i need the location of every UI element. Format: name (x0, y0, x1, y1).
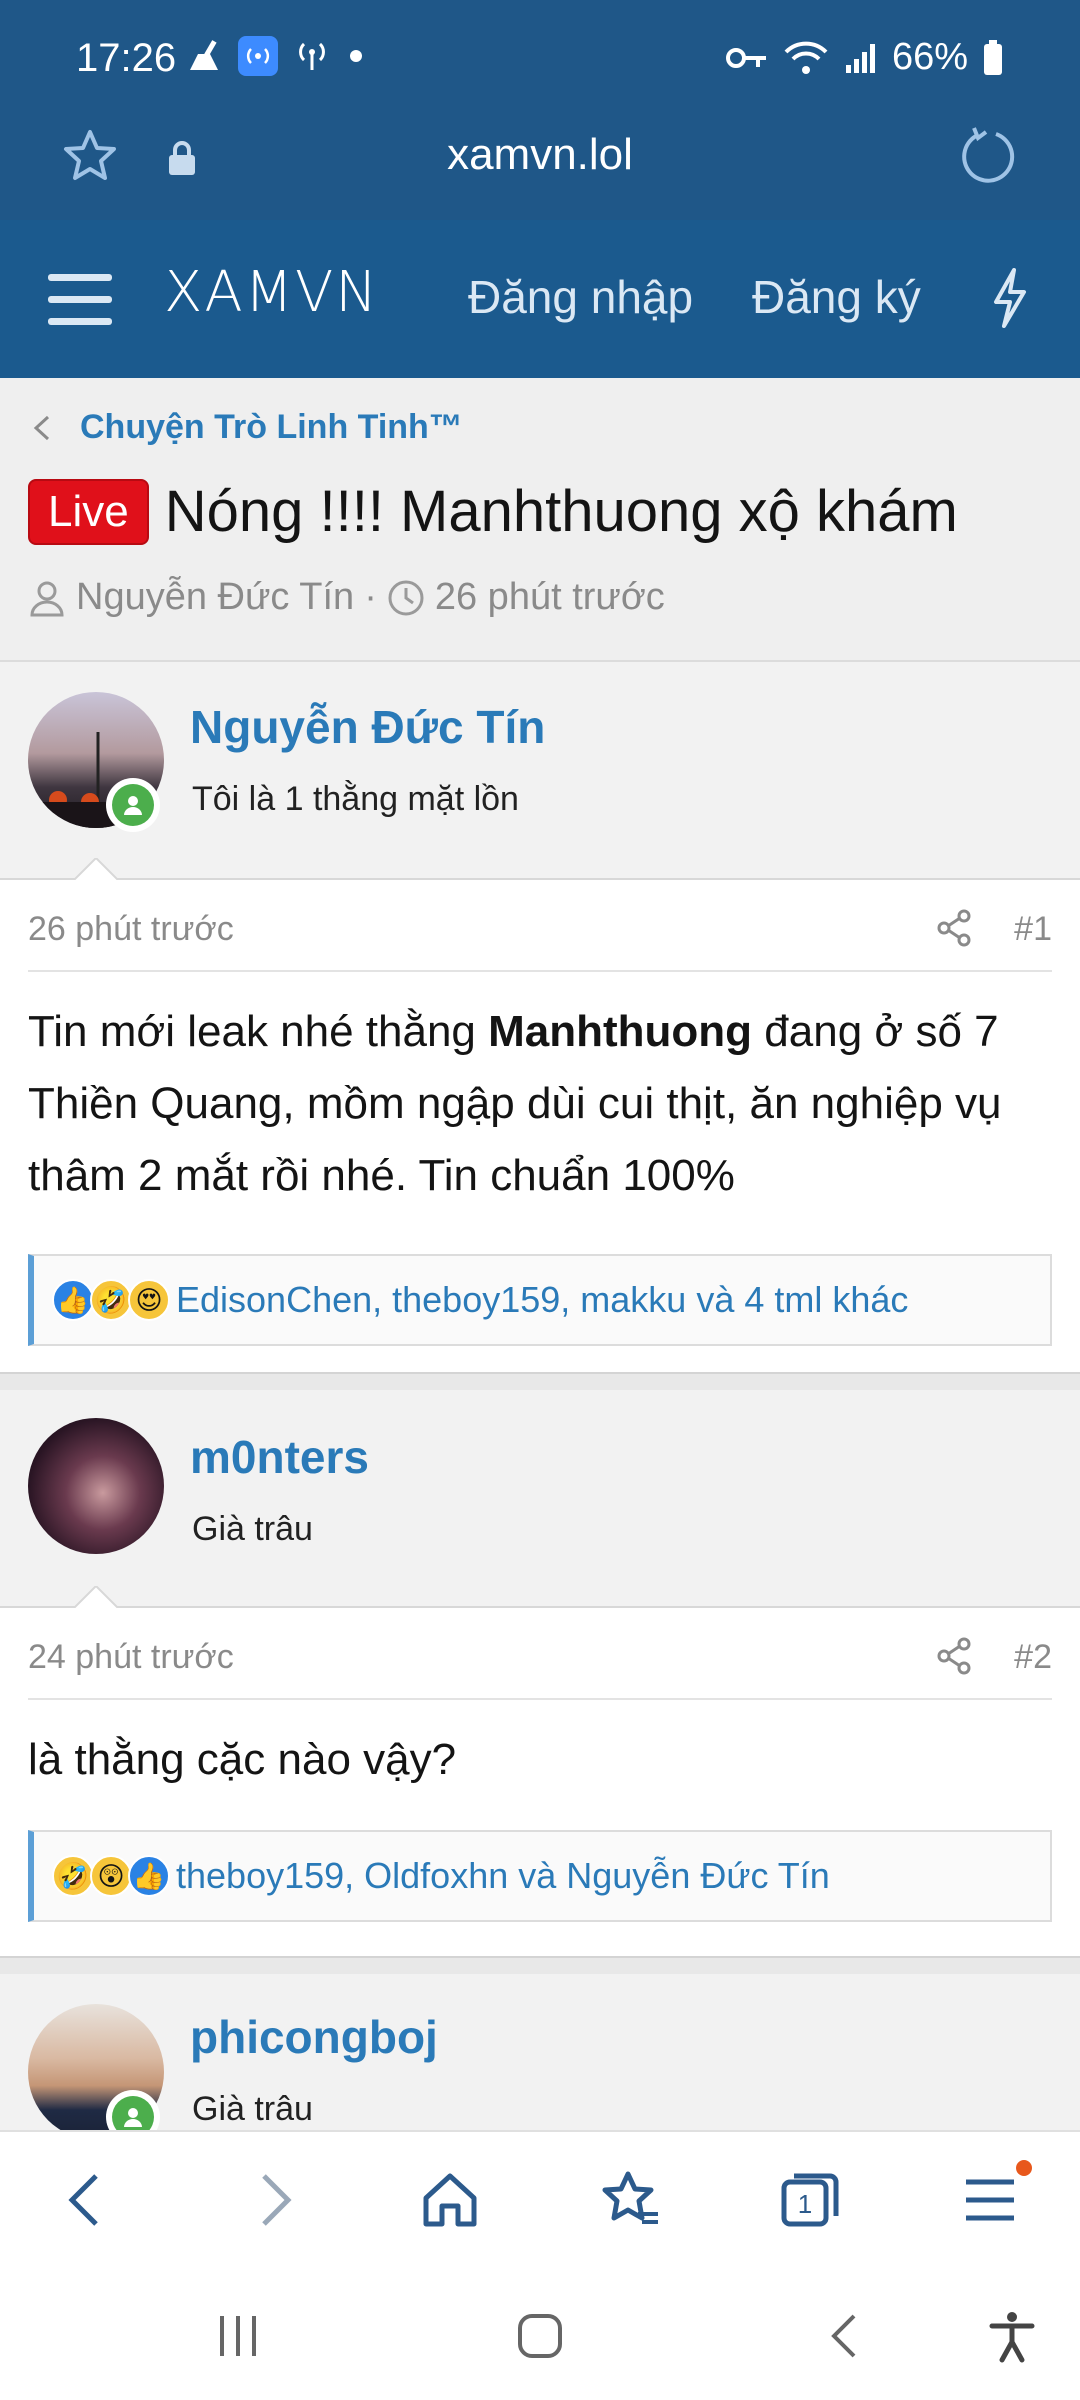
post-time[interactable]: 24 phút trước (28, 1638, 234, 1677)
battery-percent: 66% (891, 36, 968, 78)
thread-author[interactable]: Nguyễn Đức Tín (76, 576, 354, 619)
status-time: 17:26 (76, 36, 177, 80)
url-text[interactable]: xamvn.lol (0, 130, 1080, 180)
chevron-left-icon (33, 415, 50, 440)
signal-broadcast-icon (292, 36, 332, 76)
post-meta: 24 phút trước #2 (28, 1608, 1052, 1700)
recent-apps-icon[interactable] (210, 2308, 266, 2364)
post-content: là thằng cặc nào vậy? (28, 1735, 457, 1784)
laugh-icon: 🤣 (90, 1279, 132, 1321)
notification-dot (1016, 2160, 1032, 2176)
post-body: 24 phút trước #2 là thằng cặc nào vậy? 🤣… (0, 1608, 1080, 1956)
reactions-bar[interactable]: 👍 🤣 😍 EdisonChen, theboy159, makku và 4 … (28, 1254, 1052, 1346)
status-right-icons: 66% (725, 36, 1004, 79)
site-header: XAMVN Đăng nhập Đăng ký (0, 220, 1080, 378)
share-icon[interactable] (934, 908, 974, 948)
avatar[interactable] (28, 1418, 164, 1554)
register-link[interactable]: Đăng ký (752, 270, 921, 324)
system-back-icon[interactable] (818, 2308, 874, 2364)
love-eyes-icon: 😍 (128, 1279, 170, 1321)
post-meta: 26 phút trước #1 (28, 880, 1052, 972)
like-icon: 👍 (128, 1855, 170, 1897)
tabs-icon[interactable]: 1 (778, 2168, 842, 2232)
battery-icon (982, 39, 1004, 77)
wifi-icon (782, 38, 830, 78)
breadcrumb-label[interactable]: Chuyện Trò Linh Tinh™ (80, 408, 463, 447)
post-bold-name: Manhthuong (488, 1007, 753, 1056)
menu-icon[interactable] (958, 2168, 1022, 2232)
post-1: Nguyễn Đức Tín Tôi là 1 thằng mặt lồn 26… (0, 662, 1080, 1372)
thread-time[interactable]: 26 phút trước (435, 576, 665, 619)
browser-top-bar: 17:26 66% xamvn.lol (0, 0, 1080, 220)
share-icon[interactable] (934, 1636, 974, 1676)
status-left-icons (184, 36, 366, 76)
back-arrow-icon[interactable] (56, 2168, 120, 2232)
home-icon[interactable] (418, 2168, 482, 2232)
status-bar: 17:26 66% (0, 0, 1080, 120)
post-username[interactable]: phicongboj (190, 2010, 438, 2064)
url-bar: xamvn.lol (0, 120, 1080, 220)
post-user-title: Già trâu (192, 1510, 313, 1548)
site-logo[interactable]: XAMVN (164, 260, 379, 325)
system-nav-bar (0, 2270, 1080, 2400)
post-separator (0, 1372, 1080, 1390)
post-number[interactable]: #2 (1014, 1638, 1052, 1677)
like-icon: 👍 (52, 1279, 94, 1321)
post-number[interactable]: #1 (1014, 910, 1052, 949)
live-badge: Live (28, 478, 149, 545)
hotspot-icon (238, 36, 278, 76)
post-3: phicongboj Già trâu (0, 1974, 1080, 2130)
post-separator (0, 1956, 1080, 1974)
post-2: m0nters Già trâu 24 phút trước #2 là thằ… (0, 1390, 1080, 1956)
browser-bottom-nav: 1 (0, 2130, 1080, 2270)
reaction-icons: 👍 🤣 😍 (52, 1279, 170, 1321)
laugh-icon: 🤣 (52, 1855, 94, 1897)
post-username[interactable]: m0nters (190, 1430, 369, 1484)
online-status-icon (106, 778, 160, 832)
bookmarks-icon[interactable] (598, 2168, 662, 2232)
cell-signal-icon (844, 41, 878, 75)
meta-separator: · (364, 576, 377, 618)
forward-arrow-icon[interactable] (240, 2168, 304, 2232)
post-body: 26 phút trước #1 Tin mới leak nhé thằng … (0, 880, 1080, 1372)
svg-text:1: 1 (798, 2189, 812, 2219)
user-icon (30, 581, 64, 616)
post-user-row: m0nters Già trâu (0, 1390, 1080, 1608)
wow-icon: 😲 (90, 1855, 132, 1897)
thread-title-row: Live Nóng !!!! Manhthuong xộ khám (28, 478, 958, 545)
post-user-title: Tôi là 1 thằng mặt lồn (192, 780, 519, 818)
thread-title: Nóng !!!! Manhthuong xộ khám (164, 479, 958, 544)
thread-meta: Nguyễn Đức Tín · 26 phút trước (28, 576, 665, 619)
breadcrumb[interactable]: Chuyện Trò Linh Tinh™ (30, 408, 463, 447)
reload-icon[interactable] (956, 124, 1020, 188)
reactions-bar[interactable]: 🤣 😲 👍 theboy159, Oldfoxhn và Nguyễn Đức … (28, 1830, 1052, 1922)
accessibility-icon[interactable] (984, 2308, 1040, 2364)
vpn-key-icon (725, 43, 768, 73)
post-user-row: Nguyễn Đức Tín Tôi là 1 thằng mặt lồn (0, 662, 1080, 880)
reaction-names[interactable]: theboy159, Oldfoxhn và Nguyễn Đức Tín (176, 1855, 830, 1897)
cleaner-icon (184, 36, 224, 76)
post-username[interactable]: Nguyễn Đức Tín (190, 700, 545, 754)
notification-dot-icon (346, 46, 366, 66)
clock-icon (388, 580, 424, 615)
post-user-row: phicongboj Già trâu (0, 1974, 1080, 2130)
post-content: Tin mới leak nhé thằng Manhthuong đang ở… (28, 996, 1052, 1212)
home-button-icon[interactable] (512, 2308, 568, 2364)
login-link[interactable]: Đăng nhập (468, 270, 693, 324)
reaction-names[interactable]: EdisonChen, theboy159, makku và 4 tml kh… (176, 1279, 908, 1321)
hamburger-menu-icon[interactable] (48, 270, 112, 328)
post-user-title: Già trâu (192, 2090, 313, 2128)
reaction-icons: 🤣 😲 👍 (52, 1855, 170, 1897)
post-text: Tin mới leak nhé thằng (28, 1007, 489, 1056)
thread-header: Chuyện Trò Linh Tinh™ Live Nóng !!!! Man… (0, 378, 1080, 662)
whats-new-bolt-icon[interactable] (990, 268, 1030, 328)
post-time[interactable]: 26 phút trước (28, 910, 234, 949)
post-arrow (72, 858, 120, 882)
post-arrow (72, 1586, 120, 1610)
